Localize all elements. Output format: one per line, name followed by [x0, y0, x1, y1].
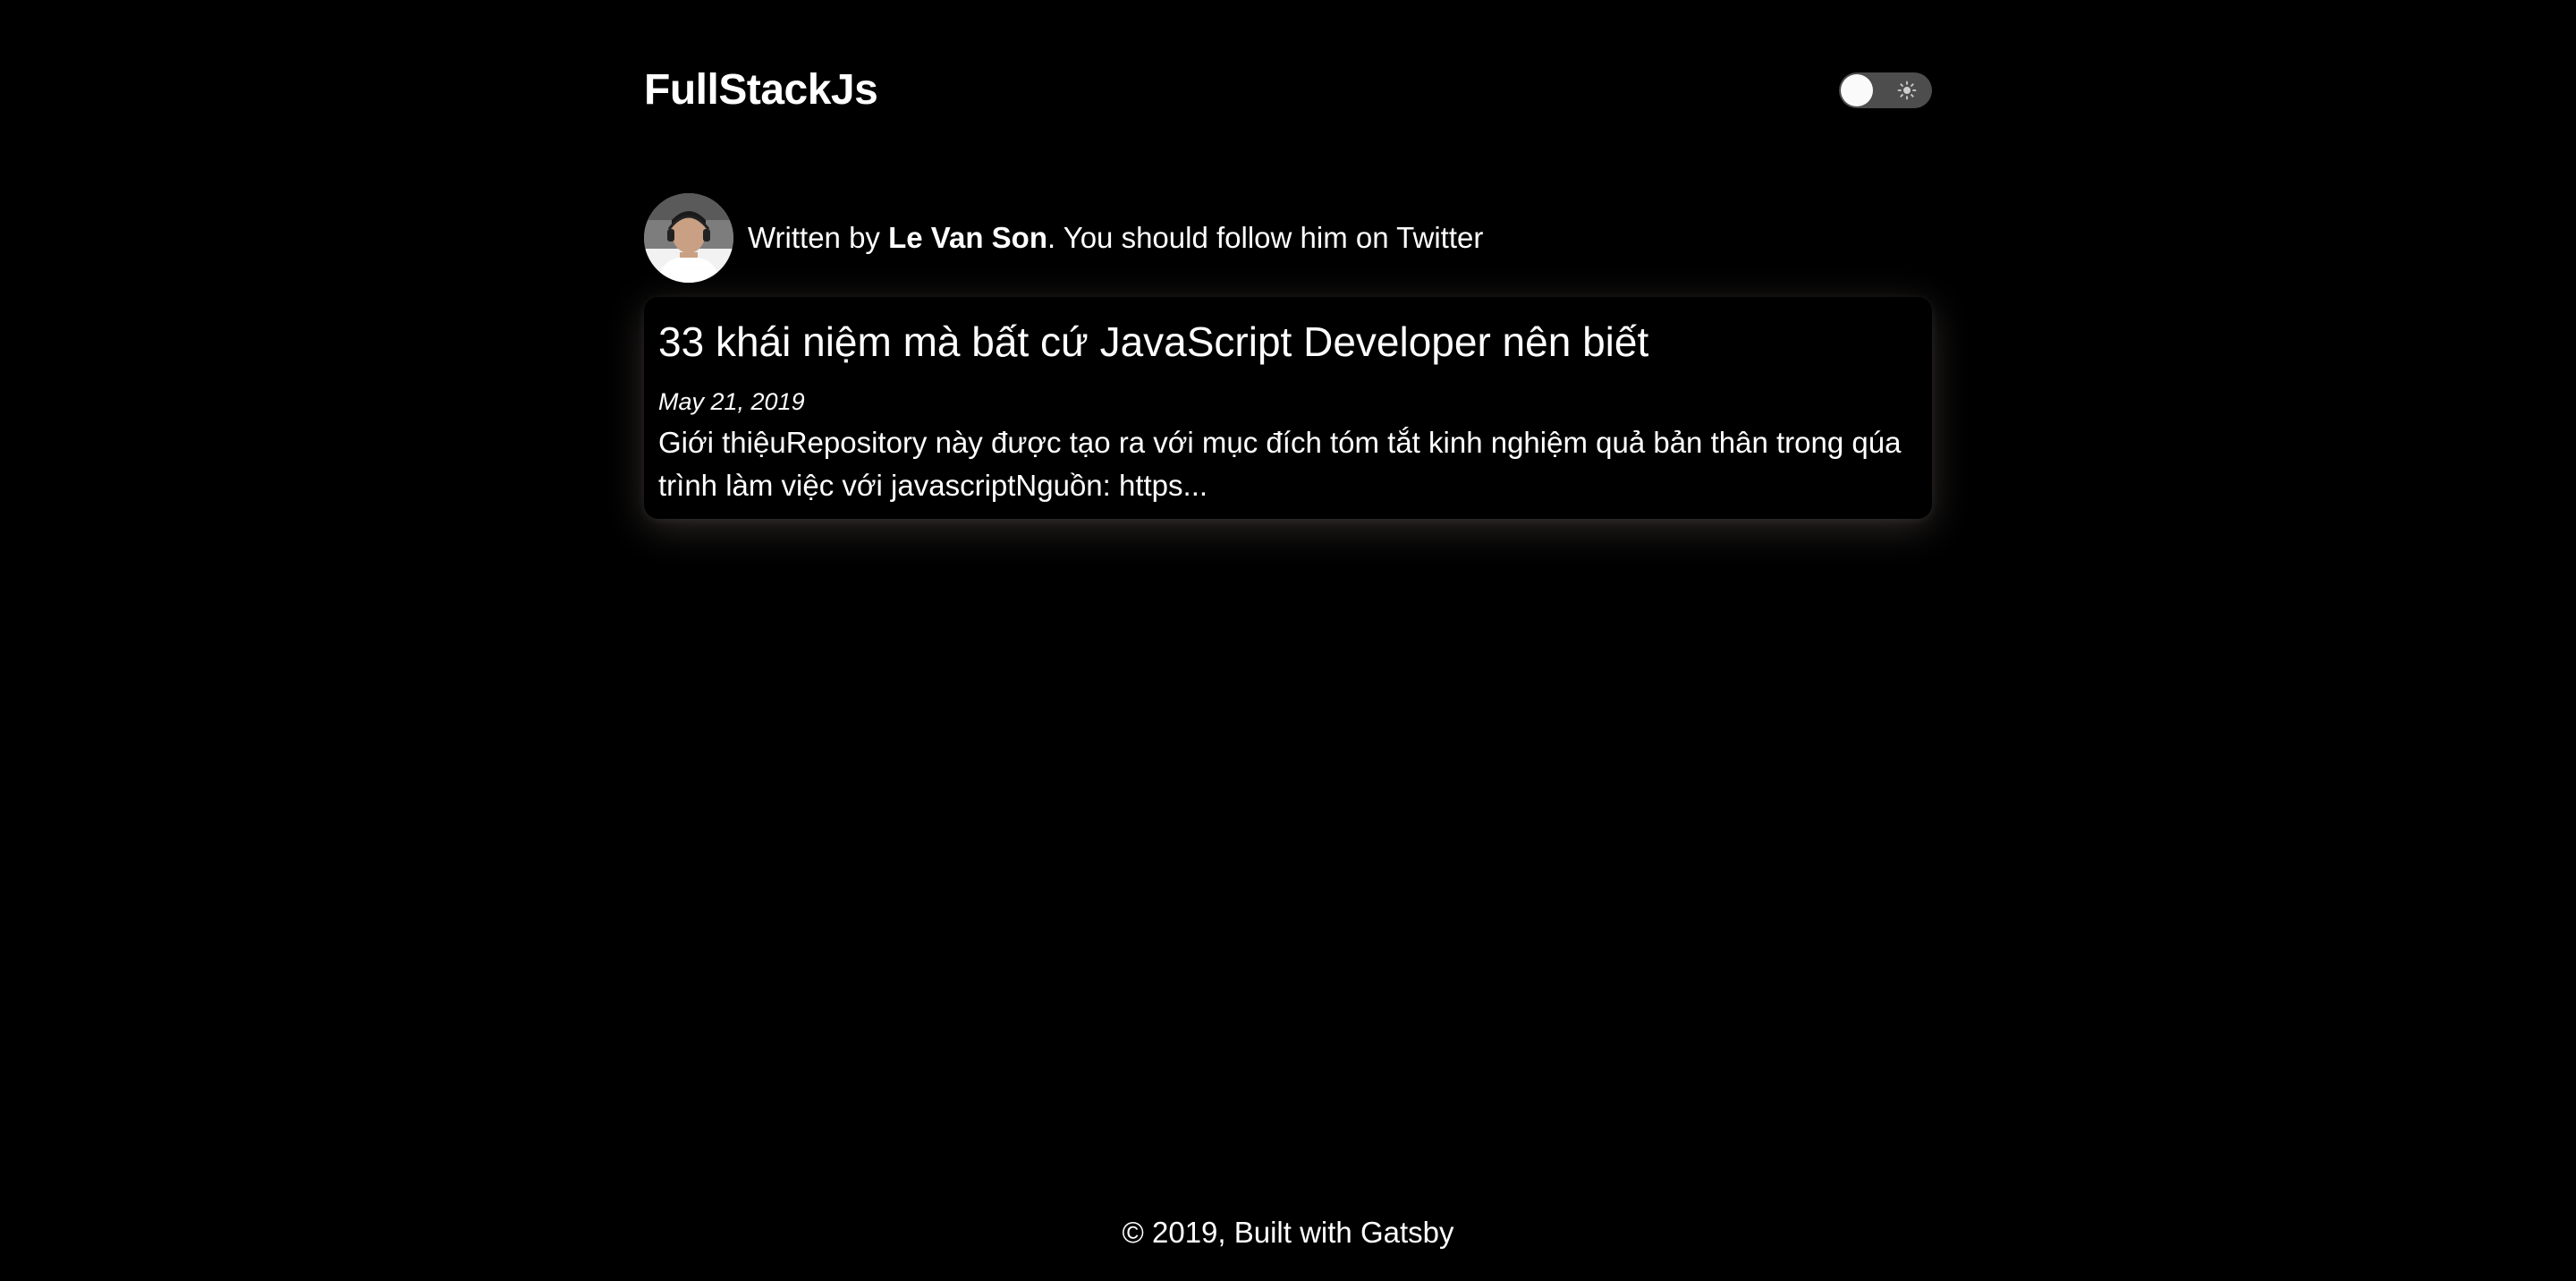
bio-text: Written by Le Van Son. You should follow… [748, 220, 1483, 256]
post-date: May 21, 2019 [658, 388, 805, 415]
author-avatar [644, 193, 733, 283]
post-title[interactable]: 33 khái niệm mà bất cứ JavaScript Develo… [658, 317, 1648, 367]
theme-toggle[interactable] [1839, 72, 1932, 108]
bio-prefix: Written by [748, 221, 889, 254]
post-excerpt: Giới thiệuRepository này được tạo ra với… [658, 426, 1902, 502]
site-footer: © 2019, Built with Gatsby [1122, 1216, 1454, 1249]
site-title-link[interactable]: FullStackJs [644, 61, 878, 120]
avatar-image [644, 193, 733, 283]
page-container: FullStackJs Written by Le Van Son. You s… [644, 0, 1932, 1281]
post-card[interactable]: 33 khái niệm mà bất cứ JavaScript Develo… [644, 297, 1932, 519]
author-name: Le Van Son [888, 221, 1047, 254]
sun-icon [1897, 81, 1917, 100]
author-bio: Written by Le Van Son. You should follow… [644, 193, 1932, 283]
bio-suffix: . You should follow him on Twitter [1046, 221, 1484, 254]
site-header: FullStackJs [644, 61, 1932, 120]
toggle-thumb [1841, 74, 1873, 106]
